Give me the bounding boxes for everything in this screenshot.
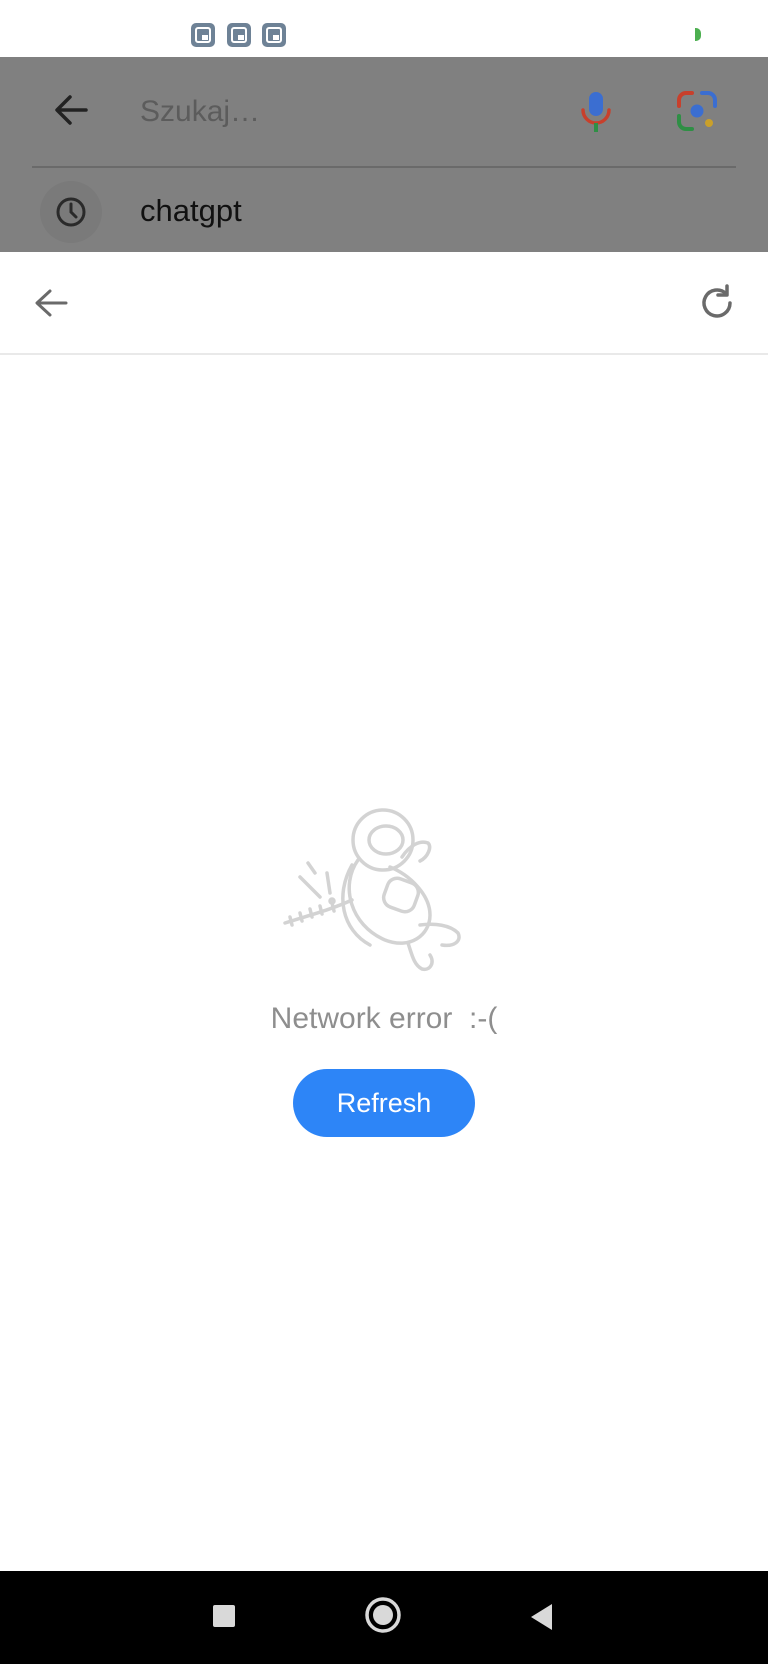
navigation-bar (0, 1571, 768, 1664)
search-panel: chatgpt (0, 57, 768, 252)
search-divider (32, 166, 736, 168)
history-clock-icon (40, 181, 102, 243)
recent-apps-icon[interactable] (213, 1605, 235, 1627)
search-back-arrow-icon[interactable] (48, 87, 94, 133)
error-message: Network error :-( (270, 1002, 498, 1035)
search-history-label: chatgpt (140, 193, 242, 228)
arrow-left-icon[interactable] (30, 282, 72, 324)
back-triangle-icon[interactable] (528, 1602, 554, 1632)
astronaut-icon (283, 808, 461, 972)
gallery-notification-icon (191, 23, 215, 47)
refresh-button[interactable]: Refresh (293, 1069, 475, 1137)
gallery-notification-icon (262, 23, 286, 47)
google-lens-icon[interactable] (676, 90, 718, 132)
gallery-notification-icon (227, 23, 251, 47)
webview-header (0, 252, 768, 355)
search-input[interactable] (140, 87, 540, 137)
reload-icon[interactable] (696, 282, 738, 324)
home-icon[interactable] (364, 1596, 402, 1634)
search-history-item[interactable]: chatgpt (0, 181, 768, 252)
status-bar (0, 0, 768, 57)
battery-icon (695, 28, 701, 41)
microphone-icon[interactable] (578, 90, 614, 134)
